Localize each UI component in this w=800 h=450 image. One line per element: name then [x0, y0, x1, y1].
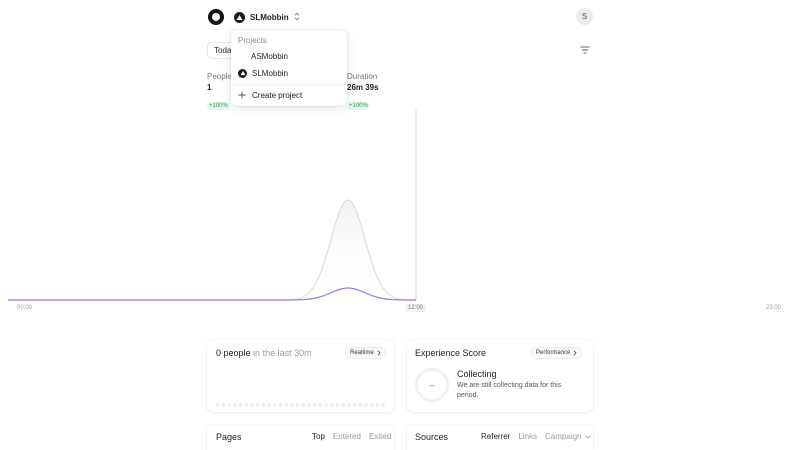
realtime-bar: [273, 403, 277, 407]
x-tick-label: 23:00: [766, 305, 782, 311]
realtime-bar: [364, 403, 368, 407]
realtime-bar: [341, 403, 345, 407]
realtime-suffix: in the last 30m: [253, 348, 312, 358]
project-menu-item-slmobbin[interactable]: SLMobbin: [235, 65, 343, 81]
tab-exited[interactable]: Exited: [369, 432, 391, 441]
pages-tabs: Top Entered Exited: [312, 432, 391, 441]
realtime-card: 0 people in the last 30m Realtime: [207, 340, 394, 412]
experience-score-card: Experience Score Performance – Collectin…: [407, 340, 593, 412]
project-menu: Projects ASMobbin SLMobbin Create projec…: [231, 30, 347, 106]
filter-button[interactable]: [577, 42, 593, 58]
realtime-bar-chart: [216, 403, 385, 407]
realtime-bar: [330, 403, 334, 407]
realtime-bar: [216, 403, 220, 407]
realtime-bar: [278, 403, 283, 407]
project-menu-item-label: SLMobbin: [252, 68, 289, 78]
realtime-bar: [227, 403, 231, 407]
realtime-bar: [335, 403, 340, 407]
realtime-bar: [267, 403, 271, 407]
experience-status-text: We are still collecting data for this pe…: [457, 382, 562, 399]
realtime-button-label: Realtime: [350, 350, 374, 356]
tab-entered[interactable]: Entered: [333, 432, 361, 441]
realtime-count: 0 people: [216, 348, 251, 358]
realtime-bar: [347, 403, 351, 407]
realtime-bar: [369, 403, 374, 407]
menu-divider: [231, 84, 347, 85]
sources-tabs: Referrer Links Campaign: [481, 432, 591, 441]
realtime-bar: [312, 403, 317, 407]
realtime-bar: [358, 403, 363, 407]
project-menu-item-label: ASMobbin: [251, 51, 288, 61]
project-name: SLMobbin: [250, 12, 289, 22]
tab-links[interactable]: Links: [518, 432, 537, 441]
realtime-bar: [307, 403, 311, 407]
experience-score-value: –: [429, 380, 435, 390]
realtime-title: 0 people in the last 30m: [216, 348, 312, 358]
realtime-bar: [295, 403, 300, 407]
performance-button[interactable]: Performance: [531, 347, 583, 359]
chevron-right-icon: [377, 350, 381, 356]
pages-title: Pages: [216, 432, 242, 442]
realtime-bar: [324, 403, 328, 407]
chevron-up-down-icon: [294, 12, 300, 23]
stat-label: People: [207, 72, 232, 81]
project-menu-item-asmobbin[interactable]: ASMobbin: [235, 48, 343, 64]
realtime-bar: [290, 403, 294, 407]
experience-score-ring: –: [415, 368, 449, 402]
project-switcher[interactable]: SLMobbin: [234, 10, 300, 24]
pages-card: Pages Top Entered Exited: [207, 425, 394, 450]
stat-change-badge: +100%: [207, 102, 230, 110]
project-avatar-icon: [234, 11, 245, 23]
realtime-bar: [375, 403, 380, 407]
stat-people[interactable]: People 1 +100%: [207, 72, 232, 112]
sources-title: Sources: [415, 432, 449, 442]
realtime-button[interactable]: Realtime: [345, 347, 386, 359]
experience-title: Experience Score: [415, 348, 487, 358]
realtime-bar: [255, 403, 260, 407]
stat-change-badge: +100%: [347, 102, 370, 110]
realtime-bar: [221, 403, 226, 407]
stat-duration[interactable]: Duration 26m 39s +100%: [347, 72, 379, 112]
tab-top[interactable]: Top: [312, 432, 325, 441]
project-avatar-icon: [238, 68, 247, 78]
chevron-right-icon: [574, 350, 577, 356]
realtime-bar: [318, 403, 323, 407]
realtime-bar: [284, 403, 288, 407]
x-tick-label: 00:00: [17, 305, 33, 311]
create-project-button[interactable]: Create project: [235, 87, 343, 103]
experience-status-title: Collecting: [457, 369, 497, 379]
chevron-down-icon: [585, 435, 590, 439]
stat-value: 1: [207, 83, 212, 92]
create-project-label: Create project: [252, 90, 303, 100]
realtime-bar: [233, 403, 237, 407]
user-avatar[interactable]: S: [576, 8, 593, 25]
app-logo[interactable]: [208, 9, 224, 25]
stat-label: Duration: [347, 72, 378, 81]
realtime-bar: [301, 403, 306, 407]
stat-value: 26m 39s: [347, 83, 379, 92]
tab-campaign-label: Campaign: [545, 432, 582, 441]
realtime-bar: [261, 403, 266, 407]
plus-icon: [238, 91, 246, 99]
filter-icon: [580, 46, 590, 54]
realtime-bar: [250, 403, 254, 407]
tab-campaign[interactable]: Campaign: [545, 432, 590, 441]
realtime-bar: [244, 403, 249, 407]
realtime-bar: [352, 403, 357, 407]
realtime-bar: [238, 403, 243, 407]
realtime-bar: [381, 403, 385, 407]
x-tick-now: 12:00: [405, 304, 427, 312]
traffic-chart: [8, 110, 417, 301]
project-menu-heading: Projects: [238, 36, 267, 45]
performance-button-label: Performance: [536, 350, 571, 356]
sources-card: Sources Referrer Links Campaign: [407, 425, 593, 450]
series-area-secondary: [8, 200, 416, 300]
tab-referrer[interactable]: Referrer: [481, 432, 510, 441]
